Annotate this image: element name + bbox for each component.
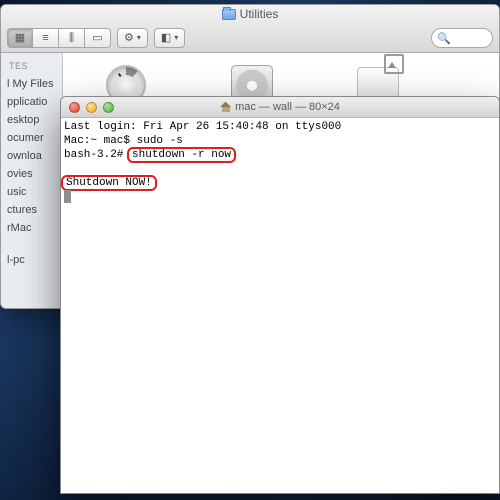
highlight-shutdown-command: shutdown -r now (127, 147, 236, 163)
chevron-down-icon: ▾ (174, 34, 178, 42)
terminal-line: Mac:~ mac$ sudo -s (64, 135, 183, 147)
finder-header: Utilities ▦ ≡ ⫼ ▭ ⚙ ▾ ◧ ▾ (1, 5, 499, 53)
sidebar-item[interactable]: pplicatio (5, 93, 58, 111)
terminal-cursor (64, 190, 71, 203)
finder-titlebar[interactable]: Utilities (1, 5, 499, 25)
view-column-button[interactable]: ⫼ (59, 28, 85, 48)
sidebar-heading: TES (5, 59, 58, 75)
action-menu-button[interactable]: ⚙ ▾ (117, 28, 148, 48)
gear-icon: ⚙ (124, 33, 134, 44)
terminal-title: mac — wall — 80×24 (61, 97, 499, 117)
terminal-line: Last login: Fri Apr 26 15:40:48 on ttys0… (64, 121, 341, 133)
finder-search[interactable]: 🔍 (431, 28, 493, 48)
finder-sidebar: TES l My Files pplicatio esktop ocumer o… (1, 53, 63, 308)
view-list-button[interactable]: ≡ (33, 28, 59, 48)
sidebar-item[interactable]: esktop (5, 111, 58, 129)
terminal-titlebar[interactable]: mac — wall — 80×24 (61, 97, 499, 118)
sidebar-item[interactable]: ovies (5, 165, 58, 183)
coverflow-icon: ▭ (92, 33, 102, 44)
sidebar-item[interactable]: l My Files (5, 75, 58, 93)
terminal-prompt: bash-3.2# (64, 149, 130, 161)
finder-toolbar: ▦ ≡ ⫼ ▭ ⚙ ▾ ◧ ▾ 🔍 (1, 25, 499, 52)
sidebar-item[interactable]: ctures (5, 201, 58, 219)
sidebar-item[interactable]: l-pc (5, 251, 58, 269)
search-icon: 🔍 (437, 32, 451, 45)
grid-icon: ▦ (15, 33, 25, 44)
sidebar-item[interactable]: ownloa (5, 147, 58, 165)
zoom-button[interactable] (103, 102, 114, 113)
view-coverflow-button[interactable]: ▭ (85, 28, 111, 48)
window-controls (61, 102, 114, 113)
view-icon-button[interactable]: ▦ (7, 28, 33, 48)
sidebar-item[interactable]: ocumer (5, 129, 58, 147)
sidebar-item[interactable]: rMac (5, 219, 58, 237)
action-segment: ⚙ ▾ (117, 28, 148, 48)
view-mode-segment: ▦ ≡ ⫼ ▭ (7, 28, 111, 48)
arrange-menu-button[interactable]: ◧ ▾ (154, 28, 185, 48)
home-icon (220, 102, 231, 112)
folder-icon (222, 9, 236, 20)
highlight-shutdown-now: Shutdown NOW! (61, 175, 157, 191)
list-icon: ≡ (42, 33, 48, 44)
terminal-window: mac — wall — 80×24 Last login: Fri Apr 2… (60, 96, 500, 494)
terminal-body[interactable]: Last login: Fri Apr 26 15:40:48 on ttys0… (61, 118, 499, 493)
close-button[interactable] (69, 102, 80, 113)
finder-title: Utilities (1, 7, 499, 21)
arrange-icon: ◧ (161, 33, 171, 44)
terminal-title-text: mac — wall — 80×24 (235, 101, 340, 113)
chevron-down-icon: ▾ (137, 34, 141, 42)
sidebar-section-favorites: TES l My Files pplicatio esktop ocumer o… (1, 59, 62, 269)
arrange-segment: ◧ ▾ (154, 28, 185, 48)
finder-title-text: Utilities (240, 7, 279, 21)
sidebar-item[interactable]: usic (5, 183, 58, 201)
columns-icon: ⫼ (69, 33, 74, 44)
minimize-button[interactable] (86, 102, 97, 113)
